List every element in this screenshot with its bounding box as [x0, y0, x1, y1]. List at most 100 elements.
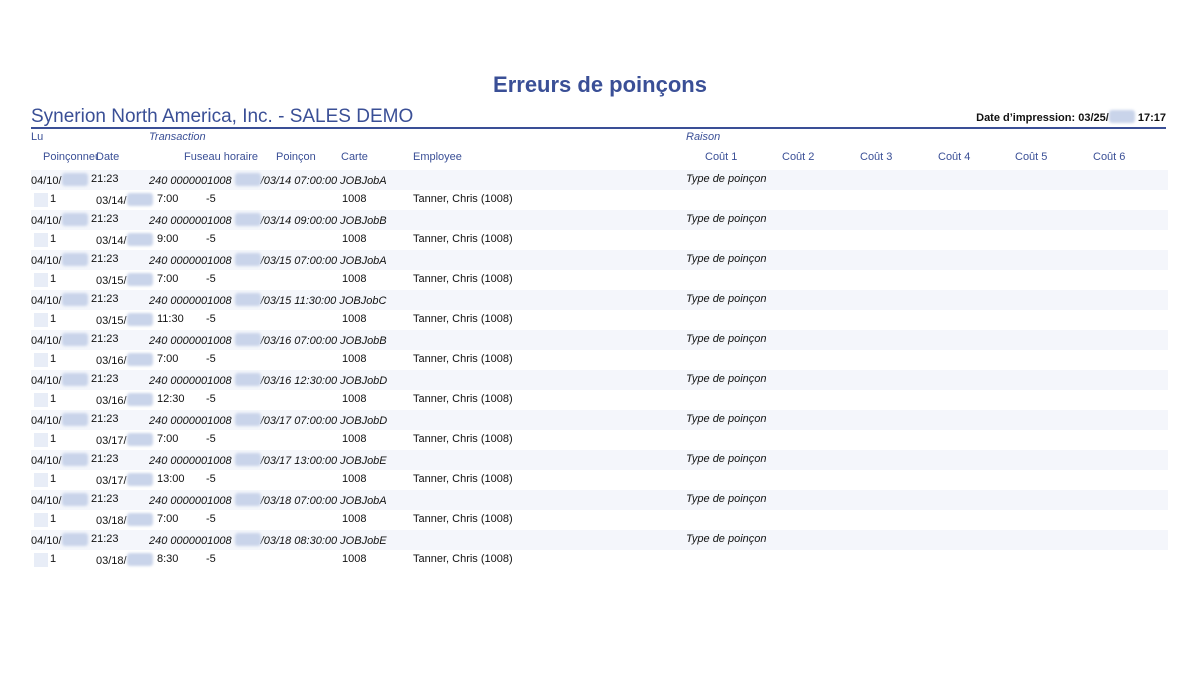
read-date: 04/10/: [31, 213, 88, 227]
read-date: 04/10/: [31, 293, 88, 307]
reason: Type de poinçon: [686, 373, 767, 385]
record-line-1: 04/10/21:23 240 0000001008 /03/18 07:00:0…: [31, 490, 1168, 510]
punch-time: 8:30: [157, 553, 179, 565]
punch-date: 03/17/: [96, 473, 153, 487]
col-poincon: Poinçon: [276, 151, 316, 163]
reason: Type de poinçon: [686, 173, 767, 185]
punch-date: 03/14/: [96, 233, 153, 247]
redacted-year: [234, 293, 261, 306]
punch-time: 7:00: [157, 193, 179, 205]
col-date: Date: [96, 151, 120, 163]
print-time: 17:17: [1137, 112, 1166, 124]
redacted-year: [126, 273, 153, 286]
print-date: Date d’impression: 03/25/ 17:17: [976, 110, 1166, 124]
row-marker: [34, 553, 48, 567]
punch-time: 7:00: [157, 273, 179, 285]
punch-date: 03/16/: [96, 353, 153, 367]
redacted-year: [234, 373, 261, 386]
redacted-year: [126, 233, 153, 246]
col-cout-6: Coût 6: [1093, 151, 1126, 163]
timezone: -5: [206, 233, 216, 245]
employee-name: Tanner, Chris (1008): [413, 513, 513, 525]
redacted-year: [234, 413, 261, 426]
card-number: 1008: [342, 313, 367, 325]
read-date: 04/10/: [31, 533, 88, 547]
employee-name: Tanner, Chris (1008): [413, 433, 513, 445]
timezone: -5: [206, 313, 216, 325]
punch-date: 03/14/: [96, 193, 153, 207]
read-time: 21:23: [91, 493, 119, 505]
read-time: 21:23: [91, 333, 119, 345]
read-date: 04/10/: [31, 333, 88, 347]
redacted-year: [126, 193, 153, 206]
employee-name: Tanner, Chris (1008): [413, 353, 513, 365]
print-date-label: Date d’impression: 03/25/: [976, 112, 1109, 124]
row-marker: [34, 433, 48, 447]
col-transaction: Transaction: [149, 131, 206, 143]
timezone: -5: [206, 193, 216, 205]
record-line-2: 1 03/15/7:00 -5 1008 Tanner, Chris (1008): [31, 270, 1168, 290]
transaction-text: 240 0000001008 /03/16 07:00:00 JOBJobB: [149, 333, 387, 347]
reason: Type de poinçon: [686, 253, 767, 265]
transaction-text: 240 0000001008 /03/17 13:00:00 JOBJobE: [149, 453, 387, 467]
punch-date: 03/16/: [96, 393, 153, 407]
record-line-2: 1 03/14/9:00 -5 1008 Tanner, Chris (1008): [31, 230, 1168, 250]
record: 04/10/21:23 240 0000001008 /03/15 11:30:0…: [31, 290, 1168, 330]
clock-number: 1: [50, 473, 57, 485]
read-time: 21:23: [91, 453, 119, 465]
row-marker: [34, 513, 48, 527]
timezone: -5: [206, 433, 216, 445]
punch-time: 11:30: [157, 313, 184, 325]
redacted-year: [61, 413, 88, 426]
card-number: 1008: [342, 553, 367, 565]
read-date: 04/10/: [31, 373, 88, 387]
col-cout-5: Coût 5: [1015, 151, 1048, 163]
transaction-text: 240 0000001008 /03/15 07:00:00 JOBJobA: [149, 253, 387, 267]
redacted-year: [61, 213, 88, 226]
clock-number: 1: [50, 393, 57, 405]
redacted-year: [61, 533, 88, 546]
clock-number: 1: [50, 433, 57, 445]
col-lu: Lu: [31, 131, 44, 143]
read-time: 21:23: [91, 413, 119, 425]
redacted-year: [61, 373, 88, 386]
punch-date: 03/18/: [96, 513, 153, 527]
redacted-year: [126, 553, 153, 566]
col-cout-1: Coût 1: [705, 151, 738, 163]
redacted-year: [234, 453, 261, 466]
row-marker: [34, 233, 48, 247]
clock-number: 1: [50, 233, 57, 245]
redacted-year: [234, 173, 261, 186]
reason: Type de poinçon: [686, 413, 767, 425]
employee-name: Tanner, Chris (1008): [413, 393, 513, 405]
col-fuseau-horaire: Fuseau horaire: [184, 151, 258, 163]
read-date: 04/10/: [31, 453, 88, 467]
redacted-year: [61, 333, 88, 346]
punch-time: 7:00: [157, 513, 179, 525]
transaction-text: 240 0000001008 /03/15 11:30:00 JOBJobC: [149, 293, 387, 307]
clock-number: 1: [50, 353, 57, 365]
read-time: 21:23: [91, 213, 119, 225]
read-time: 21:23: [91, 253, 119, 265]
punch-date: 03/17/: [96, 433, 153, 447]
reason: Type de poinçon: [686, 453, 767, 465]
reason: Type de poinçon: [686, 533, 767, 545]
col-poinconneuse: Poinçonneuse: [43, 151, 97, 163]
card-number: 1008: [342, 513, 367, 525]
timezone: -5: [206, 273, 216, 285]
read-time: 21:23: [91, 373, 119, 385]
redacted-year: [61, 453, 88, 466]
record-line-1: 04/10/21:23 240 0000001008 /03/17 07:00:0…: [31, 410, 1168, 430]
timezone: -5: [206, 513, 216, 525]
read-time: 21:23: [91, 293, 119, 305]
timezone: -5: [206, 473, 216, 485]
record: 04/10/21:23 240 0000001008 /03/18 08:30:0…: [31, 530, 1168, 570]
record-line-2: 1 03/17/7:00 -5 1008 Tanner, Chris (1008): [31, 430, 1168, 450]
redacted-year: [126, 513, 153, 526]
clock-number: 1: [50, 553, 57, 565]
punch-date: 03/18/: [96, 553, 153, 567]
record: 04/10/21:23 240 0000001008 /03/15 07:00:0…: [31, 250, 1168, 290]
record: 04/10/21:23 240 0000001008 /03/17 13:00:0…: [31, 450, 1168, 490]
col-cout-2: Coût 2: [782, 151, 815, 163]
redacted-year: [234, 493, 261, 506]
